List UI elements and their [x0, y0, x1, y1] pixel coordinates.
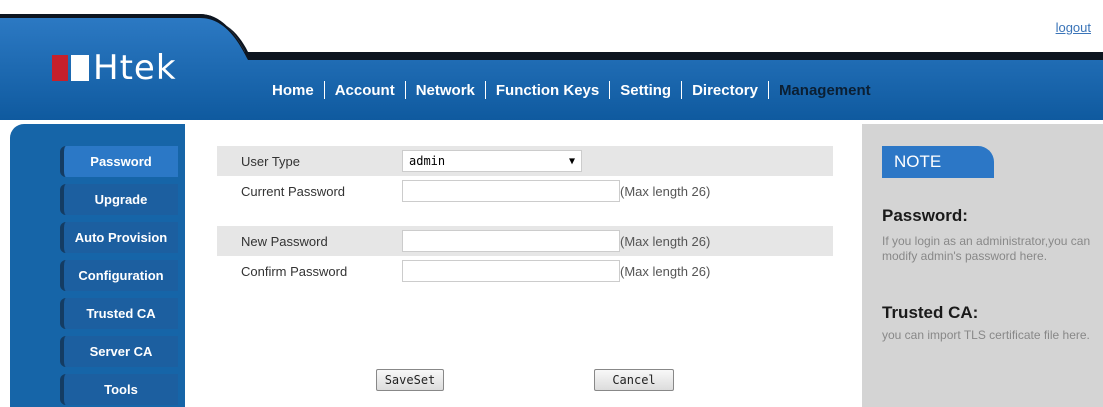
- nav-setting[interactable]: Setting: [610, 82, 681, 99]
- nav-directory[interactable]: Directory: [682, 82, 768, 99]
- sidebar-item-trusted-ca[interactable]: Trusted CA: [60, 298, 178, 329]
- sidebar-item-configuration[interactable]: Configuration: [60, 260, 178, 291]
- logo-text: Htek: [93, 48, 177, 88]
- nav-account[interactable]: Account: [325, 82, 405, 99]
- sidebar-item-auto-provision[interactable]: Auto Provision: [60, 222, 178, 253]
- cancel-button[interactable]: Cancel: [594, 369, 674, 391]
- confirm-password-label: Confirm Password: [241, 263, 348, 279]
- note-password-text: If you login as an administrator,you can…: [882, 234, 1091, 263]
- new-password-label: New Password: [241, 233, 328, 249]
- dropdown-arrow-icon: ▼: [568, 155, 575, 167]
- header: logout Htek Home Account Network Functio…: [0, 0, 1103, 120]
- nav-function-keys[interactable]: Function Keys: [486, 82, 609, 99]
- top-navigation: Home Account Network Function Keys Setti…: [262, 74, 881, 106]
- new-password-row: New Password (Max length 26): [217, 226, 833, 256]
- nav-network[interactable]: Network: [406, 82, 485, 99]
- sidebar-item-password[interactable]: Password: [60, 146, 178, 177]
- current-password-label: Current Password: [241, 183, 346, 199]
- confirm-password-input[interactable]: [402, 260, 620, 282]
- password-form: User Type admin ▼ Current Password (Max …: [217, 146, 833, 407]
- sidebar-item-upgrade[interactable]: Upgrade: [60, 184, 178, 215]
- confirm-password-hint: (Max length 26): [620, 263, 711, 279]
- new-password-hint: (Max length 26): [620, 233, 711, 249]
- confirm-password-row: Confirm Password (Max length 26): [217, 256, 833, 286]
- nav-management[interactable]: Management: [769, 82, 881, 99]
- note-password-title: Password:: [882, 206, 968, 225]
- note-tab: NOTE: [882, 146, 994, 178]
- user-type-label: User Type: [241, 153, 301, 169]
- sidebar-item-server-ca[interactable]: Server CA: [60, 336, 178, 367]
- note-trusted-ca-title: Trusted CA:: [882, 303, 979, 322]
- note-panel: NOTE Password: If you login as an admini…: [862, 124, 1103, 407]
- sidebar-item-tools[interactable]: Tools: [60, 374, 178, 405]
- new-password-input[interactable]: [402, 230, 620, 252]
- user-type-select[interactable]: admin ▼: [402, 150, 582, 172]
- current-password-hint: (Max length 26): [620, 183, 711, 199]
- saveset-button[interactable]: SaveSet: [376, 369, 444, 391]
- current-password-input[interactable]: [402, 180, 620, 202]
- htek-logo: Htek: [52, 48, 177, 88]
- logout-link[interactable]: logout: [1056, 20, 1091, 35]
- logo-mark-icon: [52, 55, 89, 81]
- user-type-value: admin: [409, 154, 446, 168]
- user-type-row: User Type admin ▼: [217, 146, 833, 176]
- nav-home[interactable]: Home: [262, 82, 324, 99]
- note-trusted-ca-text: you can import TLS certificate file here…: [882, 328, 1090, 342]
- sidebar: Password Upgrade Auto Provision Configur…: [10, 124, 185, 407]
- current-password-row: Current Password (Max length 26): [217, 176, 833, 206]
